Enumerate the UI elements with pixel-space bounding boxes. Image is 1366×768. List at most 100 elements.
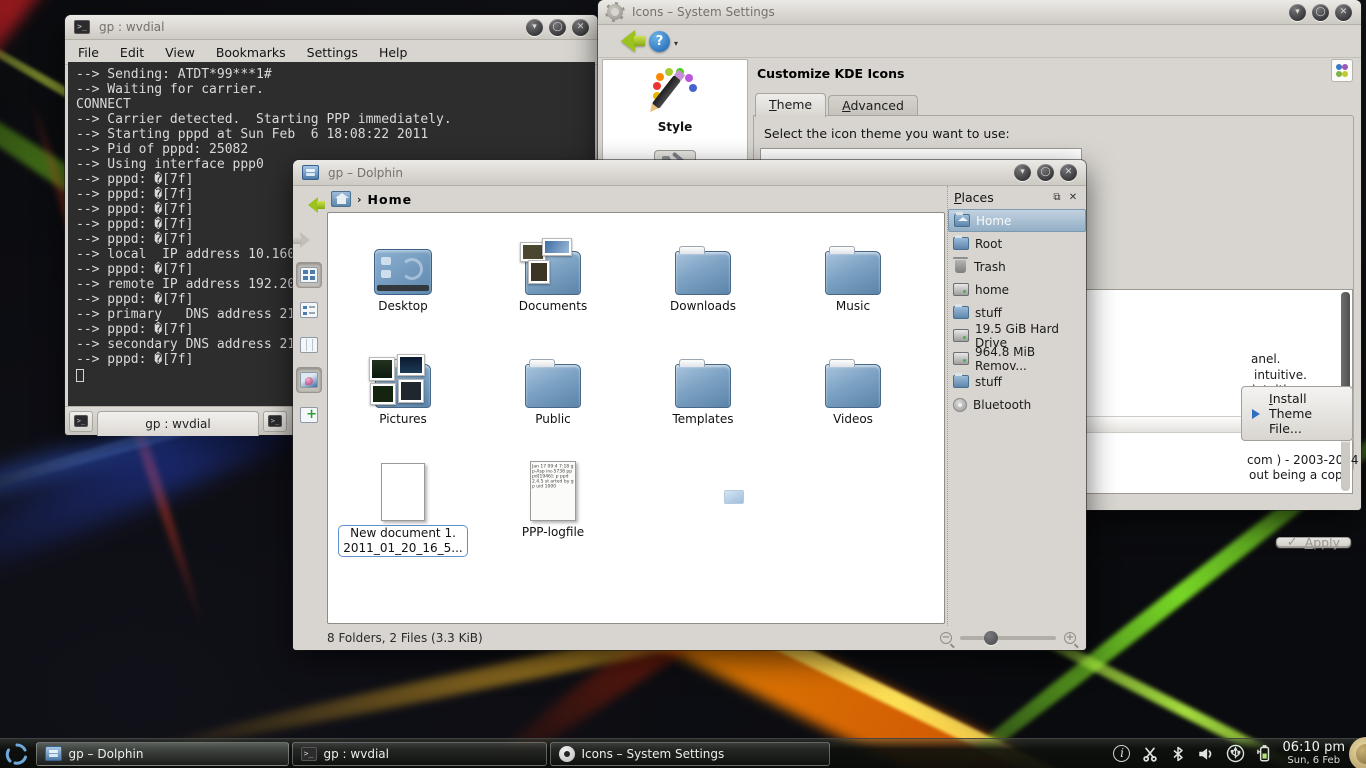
- taskbar-task-dolphin[interactable]: gp – Dolphin: [36, 742, 289, 766]
- taskbar-task-system-settings[interactable]: Icons – System Settings: [550, 742, 830, 766]
- new-tab-button[interactable]: >_: [69, 411, 93, 432]
- pictures-folder-icon: [375, 364, 431, 408]
- panel-cashew-icon[interactable]: [1349, 737, 1366, 768]
- places-item-home-drive[interactable]: home: [948, 278, 1086, 301]
- breadcrumb[interactable]: › Home: [325, 186, 947, 212]
- folder-item-downloads[interactable]: Downloads: [628, 223, 778, 336]
- breadcrumb-home[interactable]: Home: [368, 192, 413, 207]
- places-item-home[interactable]: Home: [948, 209, 1086, 232]
- minimize-icon[interactable]: ▾: [1289, 4, 1306, 21]
- details-view-icon: [300, 302, 318, 318]
- menu-edit[interactable]: Edit: [120, 45, 144, 60]
- klipper-scissors-icon[interactable]: [1141, 745, 1159, 763]
- tab-advanced[interactable]: Advanced: [828, 95, 918, 117]
- terminal-tab[interactable]: gp : wvdial: [97, 411, 259, 436]
- terminal-cursor: [76, 369, 84, 382]
- zoom-slider-handle[interactable]: [984, 631, 998, 645]
- icons-module-icon: [1331, 59, 1353, 82]
- places-item-trash[interactable]: Trash: [948, 255, 1086, 278]
- terminal-line: --> Starting pppd at Sun Feb 6 18:08:22 …: [76, 127, 587, 142]
- preview-button[interactable]: [296, 367, 322, 393]
- split-view-button[interactable]: [296, 402, 322, 428]
- help-icon[interactable]: ?: [649, 31, 670, 52]
- back-button[interactable]: [296, 192, 322, 218]
- style-pencil-icon: [652, 68, 698, 114]
- back-icon[interactable]: [610, 30, 635, 52]
- menu-help[interactable]: Help: [379, 45, 408, 60]
- forward-button[interactable]: [296, 227, 322, 253]
- minimize-icon[interactable]: ▾: [526, 19, 543, 36]
- home-folder-icon[interactable]: [331, 191, 351, 207]
- folder-item-templates[interactable]: Templates: [628, 336, 778, 449]
- drive-icon: [953, 352, 969, 365]
- folder-icon: [825, 364, 881, 408]
- maximize-icon[interactable]: ◯: [1312, 4, 1329, 21]
- maximize-icon[interactable]: ◯: [1037, 164, 1054, 181]
- close-panel-icon[interactable]: ✕: [1066, 192, 1080, 203]
- volume-icon[interactable]: [1197, 745, 1215, 763]
- places-item-root[interactable]: Root: [948, 232, 1086, 255]
- desktop-folder-icon: [374, 249, 432, 295]
- file-item-new-document[interactable]: New document 1. 2011_01_20_16_5...: [328, 449, 478, 579]
- menu-settings[interactable]: Settings: [307, 45, 358, 60]
- back-icon: [300, 197, 318, 213]
- dolphin-icon: [302, 165, 319, 180]
- app-launcher-button[interactable]: [0, 740, 34, 768]
- battery-icon[interactable]: [1256, 744, 1272, 763]
- clock-date: Sun, 6 Feb: [1282, 754, 1345, 767]
- file-item-ppp-logfile[interactable]: Jan 17 09:4 7:18 gp-Asp ire-5738 pp pd[1…: [478, 449, 628, 579]
- menu-file[interactable]: File: [78, 45, 99, 60]
- theme-prompt: Select the icon theme you want to use:: [764, 126, 1010, 141]
- zoom-slider[interactable]: [960, 636, 1056, 640]
- menu-bookmarks[interactable]: Bookmarks: [216, 45, 286, 60]
- theme-copyright-fragment: out being a copy: [1249, 468, 1350, 482]
- places-item-removable[interactable]: 964.8 MiB Remov...: [948, 347, 1086, 370]
- tab-theme[interactable]: Theme: [755, 93, 826, 117]
- float-panel-icon[interactable]: ⧉: [1050, 192, 1064, 203]
- close-icon[interactable]: ✕: [572, 19, 589, 36]
- folder-item-videos[interactable]: Videos: [778, 336, 928, 449]
- zoom-in-icon[interactable]: +: [1064, 632, 1076, 644]
- details-view-button[interactable]: [296, 297, 322, 323]
- terminal-line: --> Pid of pppd: 25082: [76, 142, 587, 157]
- minimize-icon[interactable]: ▾: [1014, 164, 1031, 181]
- settings-tabs: Theme Advanced: [755, 93, 918, 117]
- usb-device-icon[interactable]: [1226, 744, 1245, 763]
- folder-icon: [953, 306, 969, 319]
- settings-titlebar[interactable]: Icons – System Settings ▾ ◯ ✕: [598, 0, 1361, 25]
- folder-item-pictures[interactable]: Pictures: [328, 336, 478, 449]
- dolphin-titlebar[interactable]: gp – Dolphin ▾ ◯ ✕: [293, 160, 1086, 186]
- theme-description-fragment: anel.: [1251, 352, 1281, 366]
- close-tab-button[interactable]: >_: [263, 411, 287, 432]
- maximize-icon[interactable]: ◯: [549, 19, 566, 36]
- terminal-icon: >_: [301, 747, 317, 761]
- places-item-stuff2[interactable]: stuff: [948, 370, 1086, 393]
- sidebar-item-label: Style: [603, 120, 747, 134]
- places-item-bluetooth[interactable]: Bluetooth: [948, 393, 1086, 416]
- apply-button[interactable]: ✓ Apply: [1276, 537, 1351, 547]
- folder-home-icon: [954, 214, 970, 227]
- folder-item-desktop[interactable]: Desktop: [328, 223, 478, 336]
- clock[interactable]: 06:10 pm Sun, 6 Feb: [1282, 741, 1345, 767]
- icons-view-icon: [300, 267, 318, 283]
- terminal-tab-label: gp : wvdial: [145, 417, 210, 431]
- folder-item-public[interactable]: Public: [478, 336, 628, 449]
- icons-view-button[interactable]: [296, 262, 322, 288]
- install-theme-button[interactable]: Install Theme File...: [1241, 386, 1353, 441]
- close-icon[interactable]: ✕: [1060, 164, 1077, 181]
- folder-icon: [953, 375, 969, 388]
- columns-view-button[interactable]: [296, 332, 322, 358]
- menu-view[interactable]: View: [165, 45, 195, 60]
- bluetooth-icon[interactable]: [1170, 745, 1186, 763]
- file-view[interactable]: Desktop Documents Downlo: [327, 212, 945, 624]
- taskbar-task-wvdial[interactable]: >_ gp : wvdial: [292, 742, 547, 766]
- columns-view-icon: [300, 337, 318, 353]
- info-icon[interactable]: i: [1113, 745, 1130, 762]
- folder-item-music[interactable]: Music: [778, 223, 928, 336]
- close-icon[interactable]: ✕: [1335, 4, 1352, 21]
- folder-item-documents[interactable]: Documents: [478, 223, 628, 336]
- terminal-titlebar[interactable]: >_ gp : wvdial ▾ ◯ ✕: [65, 15, 598, 40]
- zoom-out-icon[interactable]: −: [940, 632, 952, 644]
- kde-launcher-icon: [4, 741, 30, 767]
- terminal-icon: >_: [74, 20, 90, 34]
